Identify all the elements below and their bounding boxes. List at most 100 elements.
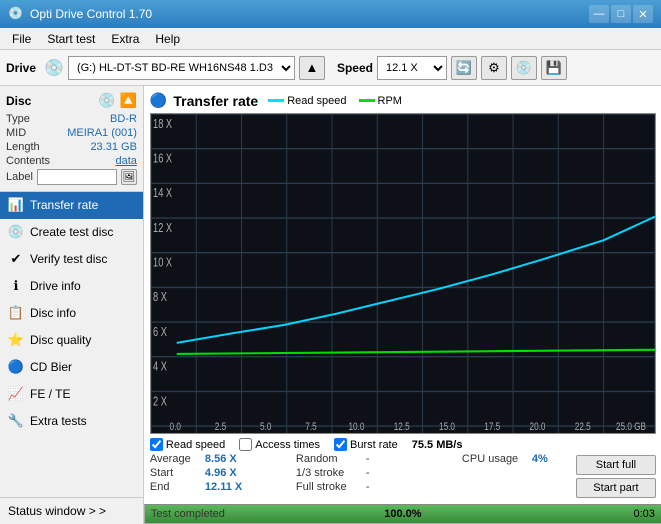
chart-title: Transfer rate — [173, 93, 258, 109]
nav-item-fe-te[interactable]: 📈 FE / TE — [0, 381, 143, 408]
start-full-button[interactable]: Start full — [576, 455, 656, 475]
random-value: - — [366, 453, 370, 465]
burst-rate-value: 75.5 MB/s — [412, 439, 463, 451]
svg-text:20.0: 20.0 — [529, 421, 545, 433]
svg-text:25.0 GB: 25.0 GB — [616, 421, 646, 433]
full-stroke-row: Full stroke - — [296, 481, 456, 493]
full-stroke-label: Full stroke — [296, 481, 366, 493]
minimize-button[interactable]: — — [589, 5, 609, 23]
svg-text:0.0: 0.0 — [169, 421, 181, 433]
status-window-button[interactable]: Status window > > — [0, 497, 143, 524]
nav-item-disc-quality[interactable]: ⭐ Disc quality — [0, 327, 143, 354]
chart-title-icon: 🔵 — [150, 92, 167, 109]
maximize-button[interactable]: □ — [611, 5, 631, 23]
access-times-check[interactable] — [239, 438, 252, 451]
start-value: 4.96 X — [205, 467, 245, 479]
length-value: 23.31 GB — [90, 141, 136, 153]
refresh-button[interactable]: 🔄 — [451, 56, 477, 80]
legend-read-speed-label: Read speed — [287, 95, 346, 107]
nav-item-disc-info[interactable]: 📋 Disc info — [0, 300, 143, 327]
menu-file[interactable]: File — [4, 30, 39, 48]
nav-item-transfer-rate[interactable]: 📊 Transfer rate — [0, 192, 143, 219]
svg-text:14 X: 14 X — [153, 187, 173, 201]
sidebar: Disc 💿 🔼 Type BD-R MID MEIRA1 (001) Leng… — [0, 86, 144, 524]
start-part-button[interactable]: Start part — [576, 478, 656, 498]
burst-rate-check[interactable] — [334, 438, 347, 451]
status-window-label: Status window > > — [8, 504, 106, 518]
burst-rate-checkbox[interactable]: Burst rate — [334, 438, 398, 451]
access-times-checkbox[interactable]: Access times — [239, 438, 320, 451]
extra-tests-icon: 🔧 — [8, 413, 24, 429]
save-button[interactable]: 💾 — [541, 56, 567, 80]
drive-select[interactable]: (G:) HL-DT-ST BD-RE WH16NS48 1.D3 — [68, 56, 295, 80]
disc-button[interactable]: 💿 — [511, 56, 537, 80]
action-buttons: Start full Start part — [576, 453, 656, 498]
toolbar: Drive 💿 (G:) HL-DT-ST BD-RE WH16NS48 1.D… — [0, 50, 661, 86]
window-controls: — □ ✕ — [589, 5, 653, 23]
svg-text:2.5: 2.5 — [215, 421, 227, 433]
progress-time: 0:03 — [634, 508, 655, 520]
length-label: Length — [6, 141, 40, 153]
end-value: 12.11 X — [205, 481, 245, 493]
verify-test-disc-icon: ✔ — [8, 251, 24, 267]
contents-value[interactable]: data — [116, 155, 137, 167]
nav-item-create-test-disc[interactable]: 💿 Create test disc — [0, 219, 143, 246]
menu-start-test[interactable]: Start test — [39, 30, 103, 48]
end-row: End 12.11 X — [150, 481, 290, 493]
nav-fe-te-label: FE / TE — [30, 387, 70, 401]
chart-title-container: 🔵 Transfer rate — [150, 92, 258, 109]
create-test-disc-icon: 💿 — [8, 224, 24, 240]
disc-label-icon-button[interactable]: 🖼 — [121, 169, 137, 185]
read-speed-checkbox[interactable]: Read speed — [150, 438, 225, 451]
end-label: End — [150, 481, 205, 493]
svg-text:12 X: 12 X — [153, 222, 173, 236]
menubar: File Start test Extra Help — [0, 28, 661, 50]
nav-verify-test-disc-label: Verify test disc — [30, 252, 107, 266]
full-stroke-value: - — [366, 481, 370, 493]
app-icon: 💿 — [8, 6, 24, 22]
drive-icon: 💿 — [44, 58, 64, 78]
svg-text:10.0: 10.0 — [348, 421, 364, 433]
start-label: Start — [150, 467, 205, 479]
disc-quality-icon: ⭐ — [8, 332, 24, 348]
legend-read-speed-color — [268, 99, 284, 102]
chart-area: 18 X 16 X 14 X 12 X 10 X 8 X 6 X 4 X 2 X — [150, 113, 656, 434]
disc-panel-title: Disc — [6, 94, 31, 108]
disc-label-input[interactable] — [37, 169, 117, 185]
transfer-rate-icon: 📊 — [8, 197, 24, 213]
nav-create-test-disc-label: Create test disc — [30, 225, 113, 239]
stats-buttons-row: Average 8.56 X Random - CPU usage 4% Sta… — [150, 453, 656, 498]
progress-text: 100.0% — [384, 508, 421, 520]
stroke13-row: 1/3 stroke - — [296, 467, 456, 479]
nav-item-verify-test-disc[interactable]: ✔ Verify test disc — [0, 246, 143, 273]
settings-button[interactable]: ⚙ — [481, 56, 507, 80]
nav-items: 📊 Transfer rate 💿 Create test disc ✔ Ver… — [0, 192, 143, 497]
eject-button[interactable]: ▲ — [299, 56, 325, 80]
fe-te-icon: 📈 — [8, 386, 24, 402]
legend-rpm-label: RPM — [378, 95, 402, 107]
titlebar: 💿 Opti Drive Control 1.70 — □ ✕ — [0, 0, 661, 28]
svg-text:8 X: 8 X — [153, 291, 167, 305]
speed-label: Speed — [337, 61, 373, 75]
random-label: Random — [296, 453, 366, 465]
legend-read-speed: Read speed — [268, 95, 346, 107]
chart-svg: 18 X 16 X 14 X 12 X 10 X 8 X 6 X 4 X 2 X — [151, 114, 655, 433]
legend-rpm-color — [359, 99, 375, 102]
menu-extra[interactable]: Extra — [103, 30, 147, 48]
nav-cd-bier-label: CD Bier — [30, 360, 72, 374]
close-button[interactable]: ✕ — [633, 5, 653, 23]
read-speed-check[interactable] — [150, 438, 163, 451]
nav-item-drive-info[interactable]: ℹ Drive info — [0, 273, 143, 300]
stroke13-value: - — [366, 467, 370, 479]
speed-select[interactable]: 12.1 X — [377, 56, 447, 80]
average-value: 8.56 X — [205, 453, 245, 465]
legend-rpm: RPM — [359, 95, 402, 107]
progress-bar-container: Test completed 100.0% 0:03 — [144, 504, 661, 524]
disc-label-label: Label — [6, 171, 33, 183]
nav-item-cd-bier[interactable]: 🔵 CD Bier — [0, 354, 143, 381]
nav-transfer-rate-label: Transfer rate — [30, 198, 98, 212]
menu-help[interactable]: Help — [147, 30, 188, 48]
svg-text:18 X: 18 X — [153, 118, 173, 132]
nav-item-extra-tests[interactable]: 🔧 Extra tests — [0, 408, 143, 435]
bottom-stats: Average 8.56 X Random - CPU usage 4% Sta… — [150, 453, 572, 493]
